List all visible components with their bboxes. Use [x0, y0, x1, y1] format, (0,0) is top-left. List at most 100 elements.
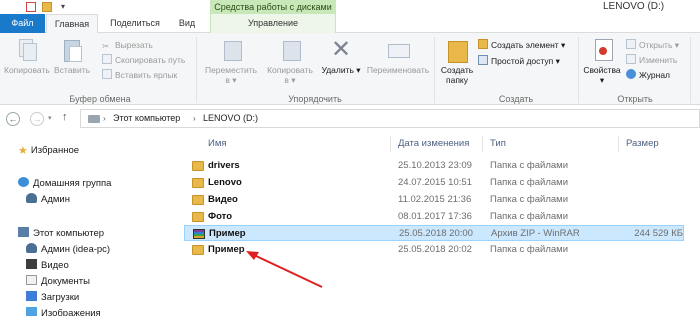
breadcrumb-drive[interactable]: LENOVO (D:) [203, 110, 258, 127]
downloads-icon [26, 291, 37, 301]
file-row[interactable]: drivers 25.10.2013 23:09 Папка с файлами [184, 158, 684, 174]
new-folder-quick-icon[interactable] [42, 2, 52, 12]
file-row-selected[interactable]: Пример 25.05.2018 20:00 Архив ZIP - WinR… [184, 225, 684, 241]
cut-label: Вырезать [115, 40, 153, 50]
move-to-label: Переместить [204, 65, 258, 75]
homegroup-icon [18, 177, 29, 187]
tab-home[interactable]: Главная [46, 14, 98, 33]
file-name: Пример [209, 228, 246, 239]
move-to-button[interactable]: Переместить в ▾ [202, 37, 260, 85]
paste-shortcut-icon [102, 69, 112, 79]
context-tab-group-label: Средства работы с дисками [210, 0, 336, 14]
history-label: Журнал [639, 70, 671, 80]
edit-button[interactable]: Изменить [626, 54, 677, 67]
delete-button[interactable]: ✕ Удалить ▾ [320, 37, 362, 76]
rename-button[interactable]: Переименовать [362, 37, 434, 75]
file-type: Папка с файлами [490, 194, 569, 205]
properties-quick-icon[interactable] [26, 2, 36, 12]
easy-access-button[interactable]: Простой доступ ▾ [478, 55, 560, 68]
file-type: Папка с файлами [490, 211, 569, 222]
nav-pc-item[interactable]: Видео [26, 259, 69, 273]
file-name: Фото [208, 211, 233, 222]
group-divider [434, 37, 435, 103]
copy-to-button[interactable]: Копировать в ▾ [264, 37, 316, 85]
new-folder-button[interactable]: Создать папку [438, 37, 476, 85]
open-button[interactable]: Открыть ▾ [626, 39, 679, 52]
nav-favorites[interactable]: ★ Избранное [18, 144, 79, 158]
properties-label: Свойства [583, 65, 621, 75]
new-folder-label: Создать [440, 65, 474, 75]
recent-locations-chevron-icon[interactable]: ▾ [48, 114, 52, 122]
customize-quick-access-icon[interactable]: ▾ [58, 2, 68, 12]
user-icon [26, 243, 37, 253]
paste-shortcut-button[interactable]: Вставить ярлык [102, 69, 177, 82]
ribbon-tabs: Файл Главная Поделиться Вид Управление [0, 14, 700, 33]
nav-pc-item[interactable]: Изображения [26, 307, 101, 316]
nav-pc-item-label: Загрузки [41, 292, 80, 303]
user-icon [26, 193, 37, 203]
column-divider[interactable] [482, 136, 483, 152]
file-size [624, 242, 682, 258]
breadcrumb-separator-icon[interactable]: › [103, 110, 106, 127]
paste-button[interactable]: Вставить [52, 37, 92, 75]
address-bar-row: ← → ▾ ↑ › Этот компьютер › LENOVO (D:) [0, 106, 700, 130]
tab-manage[interactable]: Управление [210, 14, 336, 33]
tab-file[interactable]: Файл [0, 14, 45, 33]
open-icon [626, 39, 636, 49]
new-item-label: Создать элемент ▾ [491, 40, 566, 50]
nav-this-pc[interactable]: Этот компьютер [18, 227, 104, 241]
open-label: Открыть ▾ [639, 40, 680, 50]
copy-path-button[interactable]: Скопировать путь [102, 54, 185, 67]
nav-pc-item[interactable]: Админ (idea-pc) [26, 243, 110, 257]
file-row[interactable]: Видео 11.02.2015 21:36 Папка с файлами [184, 192, 684, 208]
file-name: Видео [208, 194, 238, 205]
folder-icon [192, 212, 204, 222]
copy-icon [13, 37, 39, 63]
window-title: LENOVO (D:) [603, 1, 665, 12]
group-divider [690, 37, 691, 103]
nav-homegroup[interactable]: Домашняя группа [18, 177, 111, 191]
new-item-icon [478, 39, 488, 49]
file-type: Папка с файлами [490, 160, 569, 171]
tab-view[interactable]: Вид [172, 14, 202, 33]
column-header-name[interactable]: Имя [208, 136, 227, 152]
organize-group-label: Упорядочить [288, 94, 342, 104]
move-to-label-2: в ▾ [225, 75, 237, 85]
nav-pc-item[interactable]: Загрузки [26, 291, 79, 305]
file-type: Папка с файлами [490, 244, 569, 255]
file-row[interactable]: Пример 25.05.2018 20:02 Папка с файлами [184, 242, 684, 258]
file-size [624, 192, 682, 208]
new-folder-icon [444, 37, 470, 63]
address-box[interactable]: › Этот компьютер › LENOVO (D:) [80, 109, 700, 128]
clipboard-group-label: Буфер обмена [69, 94, 131, 104]
easy-access-label: Простой доступ ▾ [491, 56, 560, 66]
column-header-size[interactable]: Размер [626, 136, 659, 152]
file-name: Пример [208, 244, 245, 255]
file-row[interactable]: Фото 08.01.2017 17:36 Папка с файлами [184, 209, 684, 225]
forward-arrow-icon[interactable]: → [30, 112, 44, 126]
properties-button[interactable]: Свойства ▾ [582, 37, 622, 85]
nav-pc-item[interactable]: Документы [26, 275, 90, 289]
column-divider[interactable] [390, 136, 391, 152]
copy-button[interactable]: Копировать [4, 37, 50, 75]
tab-share[interactable]: Поделиться [104, 14, 166, 33]
nav-homegroup-user[interactable]: Админ [26, 193, 70, 207]
new-item-button[interactable]: Создать элемент ▾ [478, 39, 565, 52]
column-header-date[interactable]: Дата изменения [398, 136, 469, 152]
delete-label: Удалить ▾ [321, 65, 361, 75]
column-header-type[interactable]: Тип [490, 136, 506, 152]
edit-label: Изменить [639, 55, 678, 65]
cut-button[interactable]: ✂ Вырезать [102, 39, 153, 52]
breadcrumb-this-pc[interactable]: Этот компьютер [113, 110, 180, 127]
file-size: 244 529 КБ [634, 228, 683, 239]
back-arrow-icon[interactable]: ← [6, 112, 20, 126]
file-date: 25.10.2013 23:09 [398, 160, 472, 171]
documents-icon [26, 275, 37, 285]
file-row[interactable]: Lenovo 24.07.2015 10:51 Папка с файлами [184, 175, 684, 191]
history-button[interactable]: Журнал [626, 69, 670, 82]
breadcrumb-separator-icon[interactable]: › [193, 110, 196, 127]
up-arrow-icon[interactable]: ↑ [62, 111, 68, 123]
folder-icon [192, 178, 204, 188]
column-divider[interactable] [618, 136, 619, 152]
nav-pc-item-label: Админ (idea-pc) [41, 244, 111, 255]
